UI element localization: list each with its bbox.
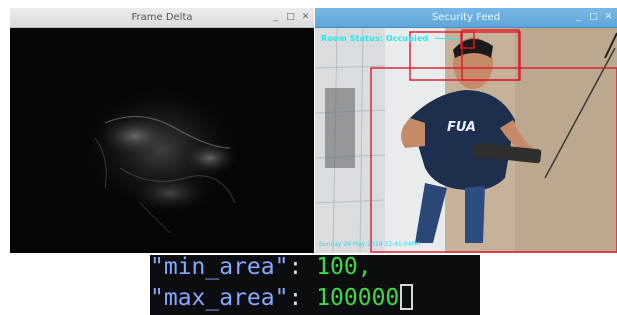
min-area-comma: , [357,254,372,280]
frame-delta-view [10,28,314,253]
min-area-separator: : [288,254,317,280]
max-area-key: "max_area" [150,285,289,311]
min-area-key: "min_area" [150,254,289,280]
camera-frame: FUA Room Status: Occupied Sunday 26 May … [315,28,617,253]
security-feed-titlebar[interactable]: Security Feed _ □ ✕ [315,8,617,28]
close-icon[interactable]: ✕ [604,13,613,22]
svg-text:FUA: FUA [447,120,476,135]
frame-delta-image [10,28,314,253]
camera-image: FUA [315,28,617,253]
min-area-value: 100 [316,254,358,280]
maximize-icon[interactable]: □ [286,13,295,22]
frame-delta-window-controls: _ □ ✕ [271,8,310,27]
minimize-icon[interactable]: _ [271,13,280,22]
max-area-separator: : [288,285,317,311]
room-status-label: Room Status: Occupied [321,34,429,43]
close-icon[interactable]: ✕ [301,13,310,22]
security-feed-title: Security Feed [431,12,501,23]
security-feed-view: FUA Room Status: Occupied Sunday 26 May … [315,28,617,253]
text-cursor [400,284,414,310]
code-line-max-area: "max_area": 100000 [150,284,414,312]
security-feed-window-controls: _ □ ✕ [574,8,613,27]
maximize-icon[interactable]: □ [589,13,598,22]
frame-delta-title: Frame Delta [131,12,193,23]
security-feed-window: Security Feed _ □ ✕ FUA Room Status: Occ… [315,8,617,253]
code-snippet: "min_area": 100, "max_area": 100000 [150,253,480,315]
frame-delta-titlebar[interactable]: Frame Delta _ □ ✕ [10,8,314,28]
frame-delta-window: Frame Delta _ □ ✕ [10,8,314,253]
minimize-icon[interactable]: _ [574,13,583,22]
timestamp-label: Sunday 26 May 2018 12:41:04PM [319,241,421,248]
code-line-min-area: "min_area": 100, [150,253,372,281]
max-area-value: 100000 [316,285,400,311]
